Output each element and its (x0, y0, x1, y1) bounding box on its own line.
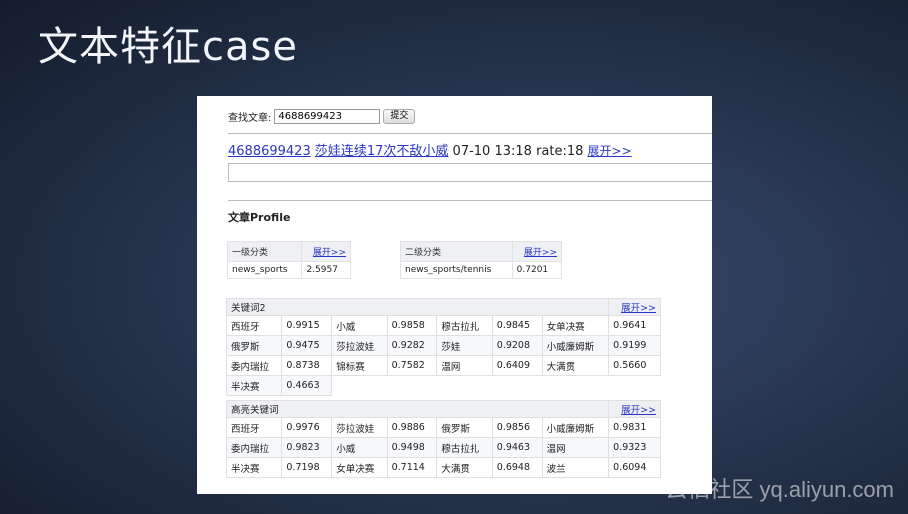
article-id-link[interactable]: 4688699423 (228, 144, 311, 159)
keyword-term: 锦标赛 (331, 355, 388, 376)
article-expand-link[interactable]: 展开>> (588, 144, 632, 158)
category2-expand-link[interactable]: 展开>> (524, 248, 557, 258)
keyword-score: 0.8738 (281, 355, 333, 376)
keyword-term: 小威廉姆斯 (541, 417, 610, 438)
keyword-term: 女单决赛 (541, 315, 610, 336)
keyword-term: 波兰 (541, 457, 610, 478)
keyword-score: 0.7114 (386, 457, 438, 478)
profile-section-title: 文章Profile (228, 211, 291, 224)
keyword-term: 小威 (331, 437, 388, 458)
keyword-score: 0.7198 (281, 457, 333, 478)
article-search-input[interactable] (274, 109, 381, 124)
keyword-score: 0.6409 (491, 355, 543, 376)
category1-expand-link[interactable]: 展开>> (313, 248, 346, 258)
keyword-score: 0.9858 (386, 315, 438, 336)
keyword-score: 0.9915 (281, 315, 333, 336)
slide-title: 文本特征case (38, 24, 298, 70)
keywords2-table: 关键词2 展开>> 西班牙 0.9915 小威 0.9858 穆古拉扎 0.9845 … (225, 298, 661, 396)
table-row: 委内瑞拉 0.8738 锦标赛 0.7582 温网 0.6409 大满贯 0.5660 (225, 355, 661, 376)
keyword-term: 女单决赛 (331, 457, 388, 478)
keyword-score: 0.9856 (491, 417, 543, 438)
keyword-score: 0.7582 (386, 355, 438, 376)
submit-button[interactable]: 提交 (383, 109, 416, 124)
keyword-term: 穆古拉扎 (436, 315, 493, 336)
keyword-score: 0.9498 (386, 437, 438, 458)
category1-table: 一级分类 展开>> news_sports 2.5957 (226, 241, 351, 279)
article-title-link[interactable]: 莎娃连续17次不敌小威 (315, 144, 449, 159)
keyword-score: 0.9831 (608, 417, 661, 438)
keyword-term: 委内瑞拉 (225, 437, 283, 458)
category2-name: news_sports/tennis (400, 261, 513, 279)
highlight-keywords-label: 高亮关键词 (225, 400, 610, 418)
keyword-term: 莎娃 (436, 335, 493, 356)
search-label: 查找文章: (228, 113, 272, 124)
keyword-term: 大满贯 (436, 457, 493, 478)
keyword-score: 0.5660 (608, 355, 661, 376)
keyword-term: 西班牙 (225, 315, 283, 336)
category1-name: news_sports (226, 261, 303, 279)
keyword-term: 小威 (331, 315, 388, 336)
category2-label: 二级分类 (400, 241, 513, 262)
keyword-term: 温网 (436, 355, 493, 376)
table-row: 半决赛 0.4663 (225, 375, 661, 396)
category1-score: 2.5957 (301, 261, 351, 279)
highlight-keywords-expand-link[interactable]: 展开>> (621, 405, 656, 416)
category2-table: 二级分类 展开>> news_sports/tennis 0.7201 (400, 241, 563, 279)
article-date: 07-10 13:18 (452, 144, 532, 159)
keyword-score: 0.9823 (281, 437, 333, 458)
keyword-term: 穆古拉扎 (436, 437, 493, 458)
keyword-term: 莎拉波娃 (331, 335, 388, 356)
keyword-score: 0.9845 (491, 315, 543, 336)
keywords2-label: 关键词2 (225, 298, 610, 316)
category1-label: 一级分类 (226, 241, 303, 262)
table-row: 西班牙 0.9915 小威 0.9858 穆古拉扎 0.9845 女单决赛 0.9641 (225, 315, 661, 336)
keyword-term: 半决赛 (225, 375, 283, 396)
table-row: 半决赛 0.7198 女单决赛 0.7114 大满贯 0.6948 波兰 0.6094 (225, 457, 661, 478)
keyword-score: 0.4663 (281, 375, 333, 396)
table-row: 委内瑞拉 0.9823 小威 0.9498 穆古拉扎 0.9463 温网 0.9323 (225, 437, 661, 458)
divider (228, 133, 712, 134)
article-detail-box (228, 163, 712, 182)
table-row: 俄罗斯 0.9475 莎拉波娃 0.9282 莎娃 0.9208 小威廉姆斯 0.919… (225, 335, 661, 356)
article-rate: rate:18 (536, 144, 584, 159)
keyword-score: 0.9463 (491, 437, 543, 458)
category2-score: 0.7201 (511, 261, 563, 279)
keyword-score: 0.6948 (491, 457, 543, 478)
keyword-score: 0.9282 (386, 335, 438, 356)
keyword-score: 0.9199 (608, 335, 661, 356)
keyword-term: 大满贯 (541, 355, 610, 376)
keyword-score: 0.9976 (281, 417, 333, 438)
article-lookup-panel: 查找文章: 提交 4688699423 莎娃连续17次不敌小威 07-10 13… (197, 96, 712, 494)
table-row: 西班牙 0.9976 莎拉波娃 0.9886 俄罗斯 0.9856 小威廉姆斯 0.98… (225, 417, 661, 438)
keyword-score: 0.6094 (608, 457, 661, 478)
search-row: 查找文章: 提交 (228, 109, 416, 124)
keyword-score: 0.9208 (491, 335, 543, 356)
keyword-term: 温网 (541, 437, 610, 458)
keyword-term: 俄罗斯 (225, 335, 283, 356)
keyword-term: 西班牙 (225, 417, 283, 438)
keyword-score: 0.9641 (608, 315, 661, 336)
keyword-term: 小威廉姆斯 (541, 335, 610, 356)
keyword-score: 0.9475 (281, 335, 333, 356)
keyword-term: 俄罗斯 (436, 417, 493, 438)
keyword-term: 委内瑞拉 (225, 355, 283, 376)
keyword-score: 0.9886 (386, 417, 438, 438)
article-summary: 4688699423 莎娃连续17次不敌小威 07-10 13:18 rate:… (228, 140, 632, 159)
keyword-term: 半决赛 (225, 457, 283, 478)
divider (228, 200, 712, 201)
watermark: 云栖社区 yq.aliyun.com (665, 477, 894, 502)
keywords2-expand-link[interactable]: 展开>> (621, 303, 656, 314)
keyword-score: 0.9323 (608, 437, 661, 458)
keyword-term: 莎拉波娃 (331, 417, 388, 438)
highlight-keywords-table: 高亮关键词 展开>> 西班牙 0.9976 莎拉波娃 0.9886 俄罗斯 0.985… (225, 400, 661, 478)
